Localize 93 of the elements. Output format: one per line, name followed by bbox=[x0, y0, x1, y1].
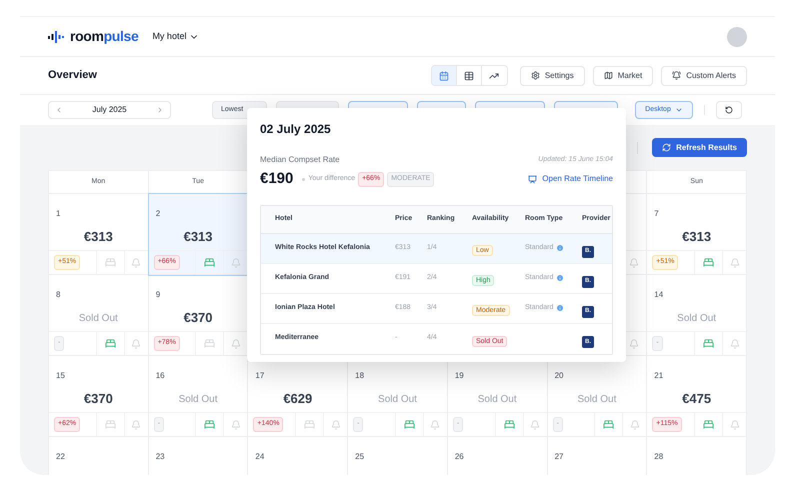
bell-icon[interactable] bbox=[230, 420, 241, 430]
reset-icon bbox=[725, 106, 733, 114]
open-rate-timeline-link[interactable]: Open Rate Timeline bbox=[528, 173, 613, 186]
bell-icon[interactable] bbox=[629, 258, 640, 268]
hotel-dropdown[interactable]: My hotel bbox=[152, 30, 200, 44]
info-icon[interactable] bbox=[556, 304, 564, 312]
day-number: 27 bbox=[554, 452, 564, 461]
day-number: 16 bbox=[156, 371, 165, 380]
median-rate: €190 bbox=[260, 169, 294, 189]
day-number: 20 bbox=[554, 371, 564, 380]
price-value: €629 bbox=[283, 390, 312, 408]
table-icon bbox=[464, 70, 474, 80]
bed-icon[interactable] bbox=[104, 257, 116, 268]
bed-icon[interactable] bbox=[204, 338, 216, 349]
bell-icon[interactable] bbox=[530, 420, 540, 430]
bed-icon[interactable] bbox=[204, 419, 216, 430]
page-title: Overview bbox=[48, 68, 97, 84]
presentation-icon bbox=[528, 174, 538, 184]
trend-line-icon bbox=[489, 70, 500, 80]
day-number: 25 bbox=[355, 452, 364, 461]
sold-out-label: Sold Out bbox=[178, 392, 218, 406]
day-number: 19 bbox=[454, 371, 464, 380]
bell-icon[interactable] bbox=[730, 420, 740, 430]
price-value: €313 bbox=[84, 228, 113, 246]
price-value: €313 bbox=[682, 228, 712, 246]
bed-icon[interactable] bbox=[104, 419, 116, 430]
day-number: 8 bbox=[56, 290, 60, 299]
info-icon[interactable] bbox=[556, 244, 564, 252]
brand-name: roompulse bbox=[70, 27, 138, 46]
day-number: 1 bbox=[56, 209, 60, 218]
bed-icon[interactable] bbox=[703, 419, 714, 430]
sold-out-label: Sold Out bbox=[677, 312, 716, 326]
bed-icon[interactable] bbox=[104, 338, 116, 349]
day-number: 28 bbox=[654, 452, 664, 461]
map-icon bbox=[604, 71, 613, 80]
settings-icon bbox=[530, 71, 540, 80]
sold-out-label: Sold Out bbox=[78, 312, 118, 326]
bell-icon[interactable] bbox=[630, 420, 640, 430]
sold-out-label: Sold Out bbox=[378, 392, 417, 406]
alerts-button[interactable]: Custom Alerts bbox=[661, 66, 747, 86]
month-label: July 2025 bbox=[92, 104, 127, 116]
bed-icon[interactable] bbox=[404, 419, 415, 430]
bell-icon bbox=[672, 71, 682, 80]
previous-month-icon[interactable] bbox=[55, 106, 63, 114]
price-value: €370 bbox=[84, 390, 113, 408]
refresh-results-button[interactable]: Refresh Results bbox=[652, 138, 747, 157]
day-number: 18 bbox=[355, 371, 364, 380]
bell-icon[interactable] bbox=[131, 420, 142, 430]
bed-icon[interactable] bbox=[703, 338, 714, 349]
bell-icon[interactable] bbox=[131, 338, 142, 348]
sold-out-label: Sold Out bbox=[478, 392, 517, 406]
day-number: 23 bbox=[156, 452, 165, 461]
logo-icon bbox=[48, 30, 64, 42]
bed-icon[interactable] bbox=[304, 419, 316, 430]
day-number: 9 bbox=[156, 290, 160, 299]
market-button[interactable]: Market bbox=[592, 66, 654, 86]
bell-icon[interactable] bbox=[230, 258, 241, 268]
settings-button[interactable]: Settings bbox=[520, 66, 585, 86]
bell-icon[interactable] bbox=[230, 338, 241, 348]
reset-button[interactable] bbox=[716, 101, 742, 119]
bed-icon[interactable] bbox=[703, 257, 714, 268]
info-icon[interactable] bbox=[556, 274, 564, 282]
price-value: €313 bbox=[184, 228, 213, 246]
bell-icon[interactable] bbox=[629, 338, 640, 348]
bed-icon[interactable] bbox=[603, 419, 614, 430]
day-number: 7 bbox=[654, 209, 659, 218]
bell-icon[interactable] bbox=[430, 420, 440, 430]
calendar-icon bbox=[438, 70, 449, 80]
day-number: 26 bbox=[454, 452, 464, 461]
next-month-icon[interactable] bbox=[156, 106, 164, 114]
day-number: 24 bbox=[255, 452, 264, 461]
rate-label: Median Compset Rate bbox=[260, 154, 340, 166]
avatar[interactable] bbox=[727, 26, 747, 46]
refresh-icon bbox=[662, 143, 672, 152]
bell-icon[interactable] bbox=[730, 338, 740, 348]
day-number: 2 bbox=[156, 209, 160, 218]
popover-title: 02 July 2025 bbox=[260, 121, 332, 138]
bed-icon[interactable] bbox=[504, 419, 515, 430]
day-number: 17 bbox=[255, 371, 264, 380]
chevron-down-icon bbox=[674, 106, 683, 114]
bell-icon[interactable] bbox=[330, 420, 341, 430]
calendar-cell[interactable]: 23 bbox=[148, 437, 248, 475]
day-number: 15 bbox=[56, 371, 65, 380]
sold-out-label: Sold Out bbox=[577, 392, 616, 406]
bell-icon[interactable] bbox=[131, 258, 142, 268]
day-number: 21 bbox=[654, 371, 664, 380]
day-number: 14 bbox=[654, 290, 664, 299]
calendar-cell[interactable]: 27 bbox=[548, 437, 648, 475]
bed-icon[interactable] bbox=[204, 257, 216, 268]
price-value: €370 bbox=[184, 309, 213, 328]
price-value: €475 bbox=[682, 390, 712, 408]
bell-icon[interactable] bbox=[730, 258, 740, 268]
day-number: 22 bbox=[56, 452, 65, 461]
